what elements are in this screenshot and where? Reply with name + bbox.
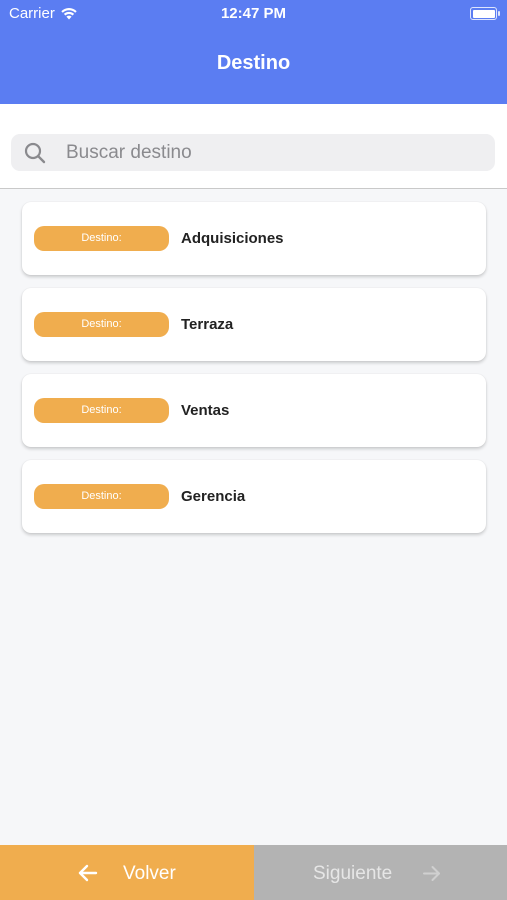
next-button-label: Siguiente <box>313 863 393 884</box>
search-icon <box>24 142 46 164</box>
search-box[interactable] <box>11 134 495 171</box>
destination-list: Destino: Adquisiciones Destino: Terraza … <box>22 202 486 546</box>
destination-badge: Destino: <box>34 398 169 423</box>
search-area <box>0 104 507 189</box>
next-button[interactable]: Siguiente <box>254 845 507 900</box>
header-bar: Carrier 12:47 PM Destino <box>0 0 507 104</box>
destination-badge: Destino: <box>34 226 169 251</box>
destination-card[interactable]: Destino: Gerencia <box>22 460 486 533</box>
destination-name: Gerencia <box>181 488 246 505</box>
destination-badge: Destino: <box>34 312 169 337</box>
search-input[interactable] <box>66 134 486 171</box>
arrow-left-icon <box>78 864 98 882</box>
destination-name: Ventas <box>181 402 230 419</box>
back-button[interactable]: Volver <box>0 845 254 900</box>
page-title: Destino <box>216 52 291 74</box>
footer-bar: Volver Siguiente <box>0 845 507 900</box>
arrow-right-icon <box>423 866 440 881</box>
destination-card[interactable]: Destino: Ventas <box>22 374 486 447</box>
destination-badge: Destino: <box>34 484 169 509</box>
status-bar: Carrier 12:47 PM <box>0 0 507 28</box>
back-button-label: Volver <box>123 863 176 884</box>
battery-level <box>472 9 495 18</box>
destination-name: Adquisiciones <box>181 230 284 247</box>
destination-card[interactable]: Destino: Adquisiciones <box>22 202 486 275</box>
status-time: 12:47 PM <box>220 5 287 22</box>
destination-card[interactable]: Destino: Terraza <box>22 288 486 361</box>
destination-name: Terraza <box>181 316 234 333</box>
battery-icon <box>470 7 500 20</box>
